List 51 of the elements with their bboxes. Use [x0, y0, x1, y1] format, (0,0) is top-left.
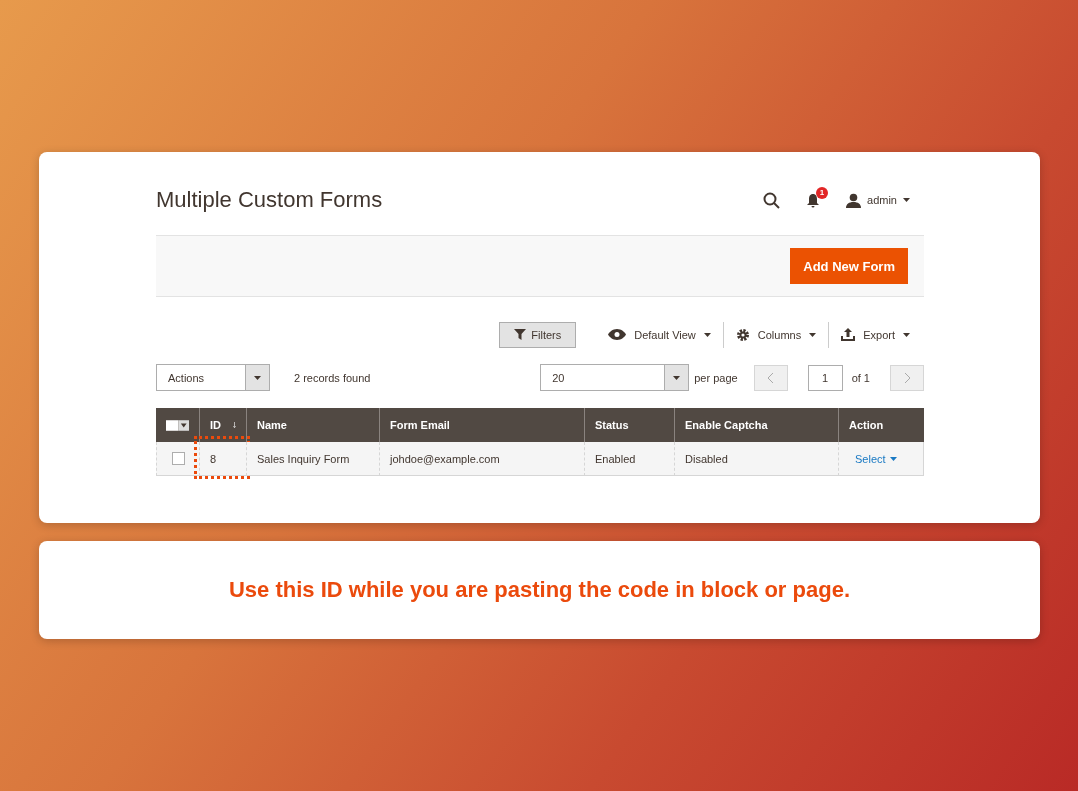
- caret-icon: [809, 332, 817, 337]
- column-header[interactable]: Status: [584, 408, 674, 442]
- eye-icon: [608, 329, 627, 340]
- export-menu[interactable]: Export: [829, 328, 924, 341]
- bell-icon[interactable]: [806, 192, 821, 208]
- caret-icon: [254, 375, 261, 380]
- row-checkbox[interactable]: [172, 452, 185, 465]
- records-count: 2 records found: [294, 371, 372, 384]
- column-header[interactable]: Enable Captcha: [674, 408, 838, 442]
- add-new-form-button[interactable]: Add New Form: [790, 248, 908, 284]
- table-cell: Disabled: [674, 442, 838, 476]
- caret-icon: [703, 332, 711, 337]
- caret-icon: [673, 375, 681, 380]
- column-header[interactable]: ID: [199, 408, 246, 442]
- per-page-select[interactable]: 20: [540, 364, 690, 391]
- columns-menu[interactable]: Columns: [723, 327, 829, 342]
- column-label: Action: [849, 419, 884, 431]
- column-label: Status: [595, 419, 629, 431]
- page-total: of 1: [851, 371, 870, 384]
- filter-icon: [514, 329, 527, 340]
- table-cell: Enabled: [584, 442, 674, 476]
- column-label: Enable Captcha: [685, 419, 768, 431]
- column-header[interactable]: Form Email: [379, 408, 584, 442]
- column-label: Name: [257, 419, 287, 431]
- callout-text: Use this ID while you are pasting the code in block or page.: [229, 577, 850, 603]
- table-cell: johdoe@example.com: [379, 442, 584, 476]
- search-icon[interactable]: [763, 191, 781, 209]
- view-menu[interactable]: Default View: [596, 328, 723, 341]
- gear-icon: [735, 327, 750, 342]
- upload-icon: [841, 328, 856, 341]
- notification-badge: 1: [816, 186, 829, 199]
- column-label: ID: [210, 419, 221, 431]
- page-number-field[interactable]: 1: [807, 364, 843, 391]
- page-title: Multiple Custom Forms: [156, 187, 384, 213]
- sort-arrow-icon: [233, 420, 236, 430]
- chevron-left-icon: [767, 372, 774, 383]
- caret-icon: [903, 332, 910, 337]
- filters-button[interactable]: Filters: [499, 321, 577, 348]
- checkbox-dropdown-icon: [166, 419, 189, 431]
- column-label: Form Email: [390, 419, 450, 431]
- user-icon: [846, 192, 862, 208]
- chevron-right-icon: [904, 372, 910, 383]
- actions-select[interactable]: Actions: [156, 364, 270, 391]
- per-page-label: per page: [694, 371, 738, 384]
- header-mass-select[interactable]: [156, 408, 199, 442]
- column-header[interactable]: Action: [838, 408, 924, 442]
- table-cell: Sales Inquiry Form: [246, 442, 379, 476]
- column-header[interactable]: Name: [246, 408, 379, 442]
- user-menu[interactable]: admin: [846, 192, 910, 208]
- caret-icon: [889, 456, 897, 461]
- caret-icon: [903, 198, 910, 202]
